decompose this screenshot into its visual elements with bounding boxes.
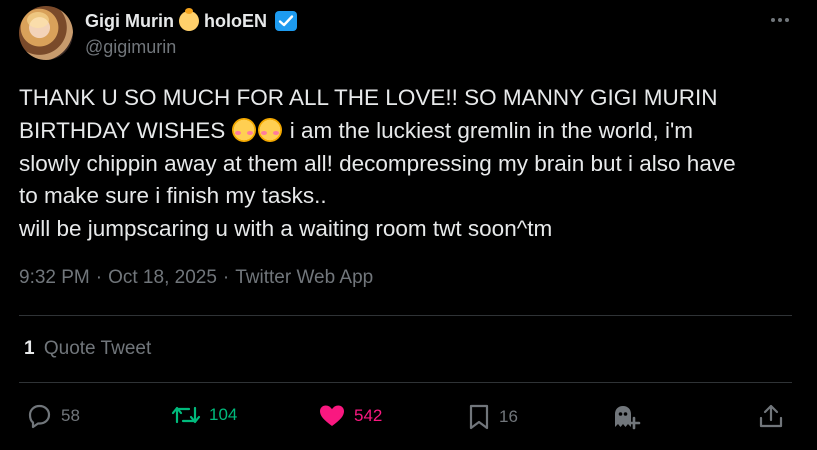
divider [19,315,792,316]
tweet-line-2a: BIRTHDAY WISHES [19,117,232,143]
more-options-button[interactable] [769,10,791,30]
quote-tweets-link[interactable]: 1 Quote Tweet [24,338,151,360]
bookmark-icon [469,404,489,430]
tweet-date[interactable]: Oct 18, 2025 [108,267,217,289]
retweet-icon [171,406,201,424]
bookmark-count: 16 [499,407,518,426]
quote-label: Quote Tweet [43,338,152,359]
baby-emoji-icon [179,8,199,31]
meta-separator: · [222,267,230,288]
display-name[interactable]: Gigi Murin [85,11,174,32]
share-button[interactable] [758,403,784,429]
tweet-line-3: slowly chippin away at them all! decompr… [19,150,736,176]
tweet-meta: 9:32 PM · Oct 18, 2025 · Twitter Web App [19,267,373,289]
display-name-suffix[interactable]: holoEN [204,11,267,32]
tweet-line-2b: i am the luckiest gremlin in the world, … [283,117,693,143]
tweet-line-5: will be jumpscaring u with a waiting roo… [19,216,553,242]
tweet-line-1: THANK U SO MUCH FOR ALL THE LOVE!! SO MA… [19,85,718,110]
share-icon [759,404,783,428]
blushing-smile-emoji-icon [231,117,256,142]
avatar[interactable] [19,6,73,60]
more-dot-icon [778,18,782,22]
author-handle[interactable]: @gigimurin [85,37,176,58]
tweet-source[interactable]: Twitter Web App [235,267,373,289]
tweet-text: THANK U SO MUCH FOR ALL THE LOVE!! SO MA… [19,82,799,246]
tweet-line-4: to make sure i finish my tasks.. [19,183,327,209]
bookmark-button[interactable]: 16 [467,403,518,431]
verified-badge-icon[interactable] [275,11,297,31]
meta-separator: · [95,267,103,288]
author-name-row: Gigi Murin holoEN [85,8,297,33]
more-dot-icon [785,18,789,22]
divider [19,382,792,383]
reply-count: 58 [61,406,80,425]
quote-count: 1 [24,338,35,359]
retweet-count: 104 [209,405,238,424]
like-count: 542 [354,406,383,425]
grok-button[interactable] [611,403,641,431]
action-bar: 58 104 542 16 [0,395,817,439]
tweet-time[interactable]: 9:32 PM [19,267,90,289]
more-dot-icon [771,18,775,22]
blushing-smile-emoji-icon [257,117,282,142]
reply-icon [28,404,51,429]
like-button[interactable]: 542 [318,403,382,429]
reply-button[interactable]: 58 [25,403,80,429]
grok-ghost-plus-icon [615,406,641,430]
retweet-button[interactable]: 104 [171,403,237,427]
tweet-card: Gigi Murin holoEN @gigimurin THANK U SO … [0,0,817,450]
heart-icon [320,405,344,426]
